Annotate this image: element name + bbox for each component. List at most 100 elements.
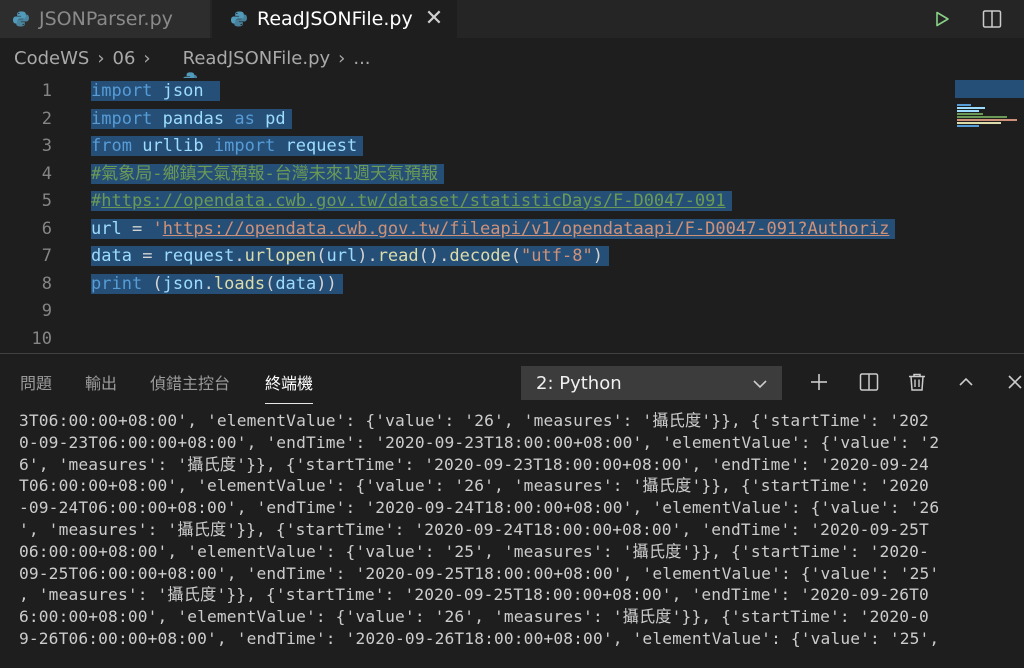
argument: data	[275, 273, 317, 294]
terminal-line: -09-24T06:00:00+08:00', 'endTime': '2020…	[19, 498, 940, 518]
method-name: decode	[449, 246, 511, 266]
module-name: pandas	[162, 108, 225, 129]
function-name: print	[91, 273, 143, 294]
code-line-1: import json	[91, 78, 955, 106]
terminal-line: 6', 'measures': '攝氏度'}}, {'startTime': '…	[19, 454, 929, 474]
code-line-5: #https://opendata.cwb.gov.tw/dataset/sta…	[91, 188, 955, 216]
terminal-line: , 'measures': '攝氏度'}}, {'startTime': '20…	[19, 585, 929, 605]
argument: url	[326, 246, 358, 266]
code-line-6: url = 'https://opendata.cwb.gov.tw/filea…	[91, 216, 955, 244]
code-line-4: #氣象局-鄉鎮天氣預報-台灣未來1週天氣預報	[91, 161, 955, 189]
comment-link[interactable]: https://opendata.cwb.gov.tw/dataset/stat…	[101, 191, 725, 211]
tab-readjsonfile[interactable]: ReadJSONFile.py ✕	[212, 0, 457, 38]
minimap-line	[957, 116, 1007, 118]
module-name: json	[162, 81, 204, 101]
minimap-line	[957, 110, 979, 112]
close-icon[interactable]: ✕	[425, 8, 443, 30]
breadcrumb-file[interactable]: ReadJSONFile.py	[183, 48, 331, 69]
keyword: import	[91, 81, 153, 101]
line-number: 3	[41, 136, 52, 156]
breadcrumb-folder-06[interactable]: 06	[113, 48, 136, 69]
operator: =	[131, 246, 163, 266]
line-number: 7	[41, 246, 52, 266]
line-number: 1	[41, 81, 52, 101]
minimap-line	[957, 119, 1017, 121]
terminal-line: 6:00:00+08:00', 'elementValue': {'value'…	[19, 607, 929, 627]
minimap-line	[957, 104, 971, 106]
minimap-selection	[955, 80, 1024, 98]
terminal-line: 0-09-23T06:00:00+08:00', 'endTime': '202…	[19, 432, 940, 452]
line-number: 9	[41, 301, 52, 321]
keyword: import	[91, 108, 153, 129]
play-icon[interactable]	[924, 4, 960, 34]
minimap-line	[957, 107, 985, 109]
code-area[interactable]: import json import pandas as pd from url…	[91, 78, 955, 353]
terminal-line: 09-25T06:00:00+08:00', 'endTime': '2020-…	[19, 563, 940, 583]
plus-icon[interactable]	[804, 367, 834, 397]
split-editor-icon[interactable]	[974, 4, 1010, 34]
terminal-line: 3T06:00:00+08:00', 'elementValue': {'val…	[19, 411, 929, 430]
import-name: request	[285, 136, 358, 156]
string-quote: '	[152, 218, 163, 239]
panel-header: 問題 輸出 偵錯主控台 終端機 2: Python	[0, 354, 1024, 410]
minimap-line	[957, 125, 979, 127]
terminal-line: 06:00:00+08:00', 'elementValue': {'value…	[19, 541, 929, 561]
tab-output[interactable]: 輸出	[85, 354, 117, 410]
terminal-line: 9-26T06:00:00+08:00', 'endTime': '2020-0…	[19, 628, 940, 648]
tab-problems[interactable]: 問題	[20, 354, 52, 410]
string-link[interactable]: https://opendata.cwb.gov.tw/fileapi/v1/o…	[163, 219, 890, 239]
chevron-right-icon: ›	[338, 47, 346, 69]
variable: data	[91, 246, 132, 266]
method-name: loads	[213, 273, 266, 294]
line-number: 5	[41, 191, 52, 211]
line-number: 10	[31, 328, 52, 349]
keyword: as	[234, 108, 255, 129]
terminal-select-value: 2: Python	[536, 372, 622, 394]
split-terminal-icon[interactable]	[854, 367, 884, 397]
trash-icon[interactable]	[902, 367, 932, 397]
code-line-3: from urllib import request	[91, 133, 955, 161]
breadcrumb-folder-codews[interactable]: CodeWS	[14, 48, 89, 69]
comment-prefix: #	[91, 191, 102, 211]
keyword: from	[91, 136, 132, 156]
chevron-right-icon: ›	[143, 47, 151, 69]
minimap-line	[957, 122, 1001, 124]
python-icon	[230, 10, 248, 28]
method-name: read	[377, 246, 419, 266]
tab-jsonparser[interactable]: JSONParser.py	[0, 0, 210, 38]
close-icon[interactable]	[1000, 367, 1024, 397]
object-name: request	[162, 246, 235, 266]
tab-terminal[interactable]: 終端機	[265, 354, 314, 410]
module-name: urllib	[142, 136, 204, 156]
breadcrumb-symbols[interactable]: ...	[353, 48, 370, 69]
punctuation: (	[142, 273, 163, 294]
terminal-select[interactable]: 2: Python	[521, 366, 782, 400]
line-number: 4	[41, 163, 52, 184]
object-name: json	[162, 273, 204, 294]
variable: url	[91, 218, 122, 239]
editor-actions	[924, 0, 1024, 38]
tab-label: JSONParser.py	[39, 8, 173, 30]
chevron-up-icon[interactable]	[951, 367, 981, 397]
code-line-7: data = request.urlopen(url).read().decod…	[91, 243, 955, 271]
code-editor[interactable]: 1 2 3 4 5 6 7 8 9 10 import json import …	[0, 78, 1024, 353]
comment: #氣象局-鄉鎮天氣預報-台灣未來1週天氣預報	[91, 163, 438, 184]
method-name: urlopen	[244, 246, 317, 266]
keyword: import	[213, 136, 276, 156]
editor-tab-bar: JSONParser.py ReadJSONFile.py ✕	[0, 0, 1024, 38]
operator: =	[121, 218, 153, 239]
alias-name: pd	[265, 108, 286, 129]
python-icon	[159, 50, 197, 86]
terminal-line: ', 'measures': '攝氏度'}}, {'startTime': '2…	[19, 519, 929, 539]
line-number: 6	[41, 218, 52, 239]
minimap[interactable]	[955, 78, 1024, 353]
line-number: 2	[41, 108, 52, 129]
line-number-gutter: 1 2 3 4 5 6 7 8 9 10	[0, 78, 80, 353]
tab-debug-console[interactable]: 偵錯主控台	[150, 354, 230, 410]
minimap-line	[957, 113, 983, 115]
code-line-8: print (json.loads(data))	[91, 271, 955, 299]
terminal-line: T06:00:00+08:00', 'elementValue': {'valu…	[19, 476, 929, 496]
terminal-output[interactable]: 3T06:00:00+08:00', 'elementValue': {'val…	[0, 410, 1024, 668]
chevron-down-icon	[751, 375, 769, 398]
